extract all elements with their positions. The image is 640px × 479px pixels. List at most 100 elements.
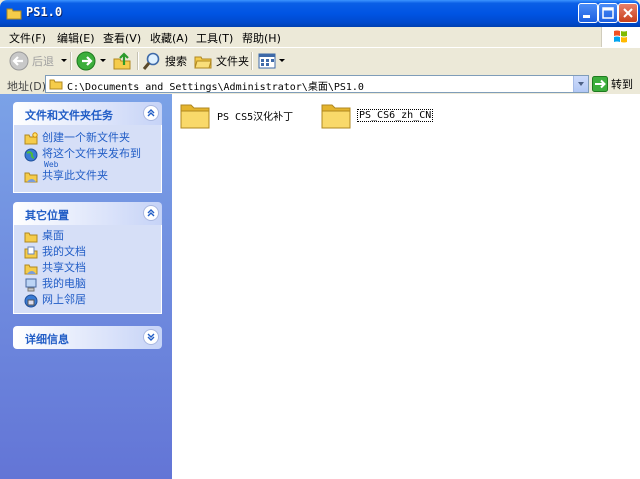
up-folder-icon xyxy=(113,52,131,70)
task-label: 将这个文件夹发布到 xyxy=(42,147,141,160)
chevron-up-icon xyxy=(147,209,155,217)
chevron-down-icon xyxy=(147,333,155,341)
maximize-button[interactable] xyxy=(598,3,618,23)
close-icon xyxy=(623,8,633,18)
search-icon xyxy=(142,52,160,70)
file-tasks-body: 创建一个新文件夹 将这个文件夹发布到 Web 共享此文件夹 xyxy=(13,125,162,193)
windows-flag-icon xyxy=(614,30,627,43)
other-places-panel: 其它位置 桌面 我的文档 共享文档 我的电脑 网上邻居 xyxy=(13,202,162,314)
folder-item[interactable]: PS CS5汉化补丁 xyxy=(179,100,293,130)
menu-tools[interactable]: 工具(T) xyxy=(196,30,233,46)
views-button[interactable] xyxy=(257,50,277,72)
windows-logo xyxy=(601,27,640,47)
folder-icon xyxy=(321,104,351,129)
place-desktop[interactable]: 桌面 xyxy=(14,229,161,245)
my-documents-icon xyxy=(24,246,38,259)
back-button[interactable]: 后退 xyxy=(9,50,54,72)
up-button[interactable] xyxy=(112,50,132,72)
task-publish-web[interactable]: 将这个文件夹发布到 Web xyxy=(14,147,161,169)
collapse-button[interactable] xyxy=(143,205,159,221)
window-title: PS1.0 xyxy=(26,5,63,19)
globe-icon xyxy=(24,148,38,162)
maximize-icon xyxy=(602,7,614,19)
folder-item[interactable]: PS_CS6_zh_CN xyxy=(320,100,434,130)
folders-label: 文件夹 xyxy=(216,55,249,68)
folder-name: PS_CS6_zh_CN xyxy=(356,108,434,122)
file-view[interactable]: PS CS5汉化补丁 PS_CS6_zh_CN xyxy=(172,94,640,479)
menu-file[interactable]: 文件(F) xyxy=(9,30,46,46)
menu-edit[interactable]: 编辑(E) xyxy=(57,30,95,46)
task-sublabel: Web xyxy=(44,160,59,169)
back-label: 后退 xyxy=(32,55,54,68)
panel-title: 文件和文件夹任务 xyxy=(25,109,113,122)
close-button[interactable] xyxy=(618,3,638,23)
toolbar: 后退 搜索 文件夹 xyxy=(0,47,640,75)
other-places-body: 桌面 我的文档 共享文档 我的电脑 网上邻居 xyxy=(13,225,162,314)
address-bar: 地址(D) C:\Documents and Settings\Administ… xyxy=(0,74,640,95)
place-shared-documents[interactable]: 共享文档 xyxy=(14,261,161,277)
new-folder-icon xyxy=(24,132,38,145)
address-input[interactable]: C:\Documents and Settings\Administrator\… xyxy=(45,75,589,93)
place-label: 共享文档 xyxy=(42,261,86,274)
search-label: 搜索 xyxy=(165,55,187,68)
details-header[interactable]: 详细信息 xyxy=(13,326,162,349)
file-tasks-panel: 文件和文件夹任务 创建一个新文件夹 将这个文件夹发布到 Web 共享此文件夹 xyxy=(13,102,162,193)
other-places-header[interactable]: 其它位置 xyxy=(13,202,162,225)
back-arrow-icon xyxy=(9,51,29,71)
go-arrow-icon xyxy=(592,76,608,92)
shared-documents-icon xyxy=(24,264,38,275)
menu-help[interactable]: 帮助(H) xyxy=(242,30,281,46)
views-icon xyxy=(258,53,276,69)
folders-icon xyxy=(194,56,212,69)
go-label: 转到 xyxy=(611,78,633,91)
menu-view[interactable]: 查看(V) xyxy=(103,30,141,46)
computer-icon xyxy=(25,278,37,292)
share-folder-icon xyxy=(24,172,38,183)
expand-button[interactable] xyxy=(143,329,159,345)
task-new-folder[interactable]: 创建一个新文件夹 xyxy=(14,131,161,147)
folders-button[interactable]: 文件夹 xyxy=(193,50,249,72)
toolbar-separator xyxy=(137,52,139,70)
panel-title: 详细信息 xyxy=(25,333,69,346)
network-icon xyxy=(24,294,38,308)
folder-icon xyxy=(6,8,22,20)
task-pane: 文件和文件夹任务 创建一个新文件夹 将这个文件夹发布到 Web 共享此文件夹 其… xyxy=(0,94,172,479)
address-label: 地址(D) xyxy=(7,80,47,93)
task-share-folder[interactable]: 共享此文件夹 xyxy=(14,169,161,185)
search-button[interactable]: 搜索 xyxy=(142,50,187,72)
menu-favorites[interactable]: 收藏(A) xyxy=(150,30,188,46)
menu-bar: 文件(F) 编辑(E) 查看(V) 收藏(A) 工具(T) 帮助(H) xyxy=(0,27,640,48)
folder-icon xyxy=(49,79,63,90)
address-path: C:\Documents and Settings\Administrator\… xyxy=(67,82,364,93)
explorer-window: PS1.0 文件(F) 编辑(E) 查看(V) 收藏(A) 工具(T) 帮助(H… xyxy=(0,0,640,479)
place-label: 我的电脑 xyxy=(42,277,86,290)
forward-button[interactable] xyxy=(76,50,96,72)
place-my-documents[interactable]: 我的文档 xyxy=(14,245,161,261)
back-dropdown-icon[interactable] xyxy=(61,59,67,62)
place-label: 网上邻居 xyxy=(42,293,86,306)
minimize-icon xyxy=(583,15,590,18)
toolbar-separator xyxy=(70,52,72,70)
address-dropdown-icon[interactable] xyxy=(573,76,588,92)
place-network[interactable]: 网上邻居 xyxy=(14,293,161,309)
place-label: 我的文档 xyxy=(42,245,86,258)
forward-dropdown-icon[interactable] xyxy=(100,59,106,62)
forward-arrow-icon xyxy=(76,51,96,71)
place-label: 桌面 xyxy=(42,229,64,242)
views-dropdown-icon[interactable] xyxy=(279,59,285,62)
folder-icon xyxy=(180,104,210,129)
go-button[interactable]: 转到 xyxy=(592,76,633,92)
task-label: 共享此文件夹 xyxy=(42,169,108,182)
collapse-button[interactable] xyxy=(143,105,159,121)
minimize-button[interactable] xyxy=(578,3,598,23)
place-my-computer[interactable]: 我的电脑 xyxy=(14,277,161,293)
panel-title: 其它位置 xyxy=(25,209,69,222)
toolbar-separator xyxy=(251,52,253,70)
desktop-folder-icon xyxy=(24,232,38,243)
file-tasks-header[interactable]: 文件和文件夹任务 xyxy=(13,102,162,125)
chevron-up-icon xyxy=(147,109,155,117)
task-label: 创建一个新文件夹 xyxy=(42,131,130,144)
details-panel: 详细信息 xyxy=(13,326,162,349)
title-bar[interactable]: PS1.0 xyxy=(0,0,640,27)
folder-name: PS CS5汉化补丁 xyxy=(217,111,294,123)
